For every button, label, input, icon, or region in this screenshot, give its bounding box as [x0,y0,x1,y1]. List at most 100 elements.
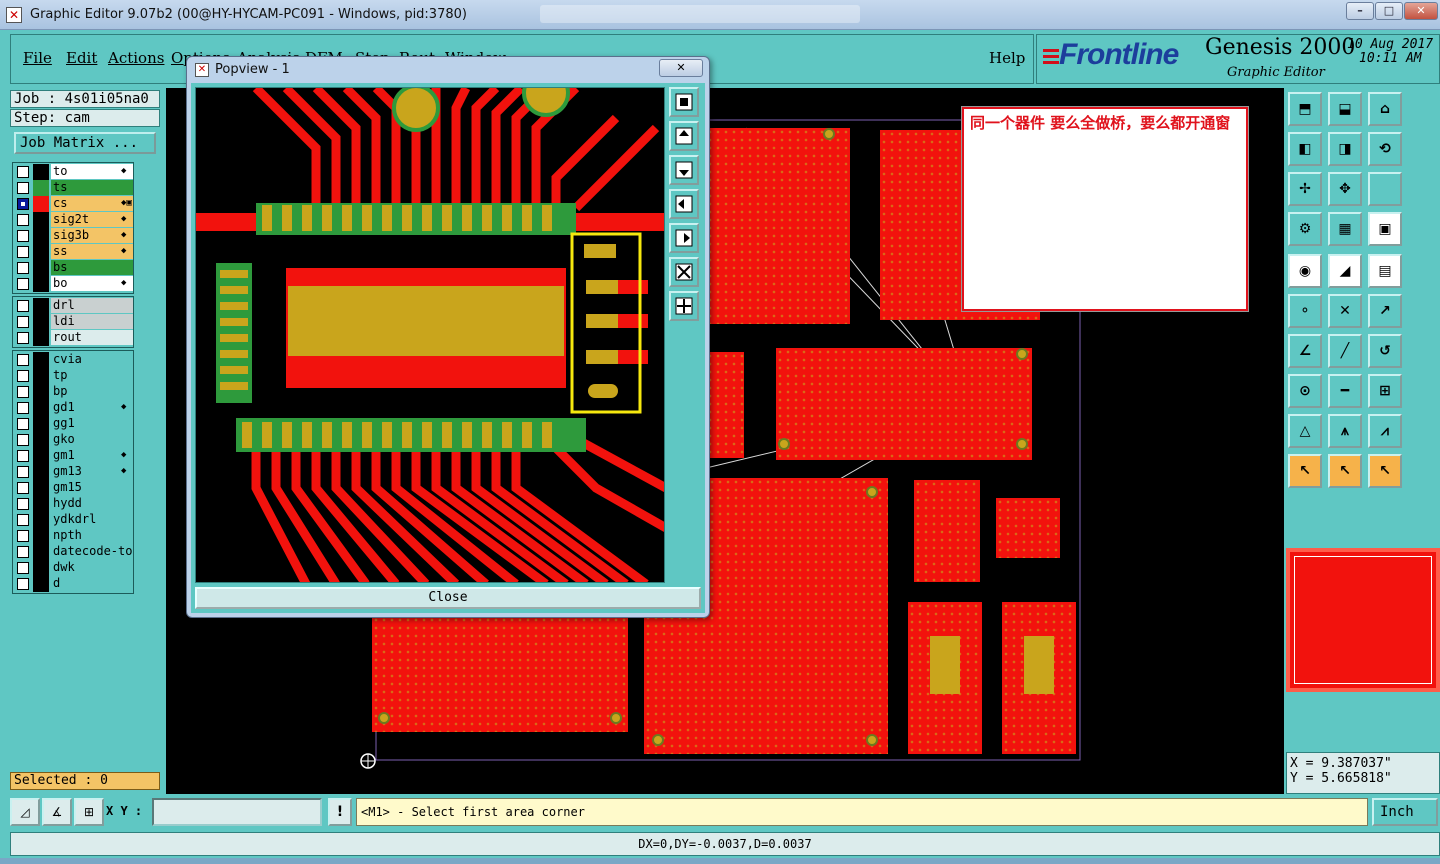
layer-name[interactable]: gg1 [51,416,133,431]
layer-row-bp[interactable]: bp [15,384,133,400]
layer-color-swatch[interactable] [33,368,49,384]
layer-name[interactable]: cvia [51,352,133,367]
layer-name[interactable]: bp [51,384,133,399]
layer-checkbox[interactable] [17,434,29,446]
layer-color-swatch[interactable] [33,228,49,244]
layer-row-bs[interactable]: bs [15,260,133,276]
layer-checkbox[interactable] [17,546,29,558]
layer-row-gm1[interactable]: gm1 ◆ [15,448,133,464]
layer-color-swatch[interactable] [33,464,49,480]
pan-left-icon[interactable] [669,189,699,219]
select-icon[interactable]: ↖ [1328,454,1362,488]
layer-name[interactable]: rout [51,330,133,345]
layer-row-cs[interactable]: cs ◆▣ [15,196,133,212]
layer-checkbox[interactable] [17,530,29,542]
snap-grid-icon[interactable]: ◿ [10,798,40,826]
overview-preview[interactable] [1286,548,1440,692]
layer-row-ss[interactable]: ss ◆ [15,244,133,260]
minimize-button[interactable]: – [1346,2,1374,20]
layer-name[interactable]: ldi [51,314,133,329]
layer-color-swatch[interactable] [33,244,49,260]
layer-name[interactable]: drl [51,298,133,313]
layer-row-sig2t[interactable]: sig2t ◆ [15,212,133,228]
layer-color-swatch[interactable] [33,496,49,512]
layer-row-to[interactable]: to ◆ [15,164,133,180]
job-matrix-button[interactable]: Job Matrix ... [14,132,156,154]
menu-file[interactable]: File [23,49,52,67]
line-icon[interactable]: ◢ [1328,254,1362,288]
pan-right-icon[interactable] [669,223,699,253]
pan-down-icon[interactable] [669,155,699,185]
layer-checkbox[interactable] [17,246,29,258]
snap-angle-icon[interactable]: ∡ [42,798,72,826]
layer-checkbox[interactable] [17,514,29,526]
layer-row-hydd[interactable]: hydd [15,496,133,512]
layer-color-swatch[interactable] [33,298,49,314]
layer-row-rout[interactable]: rout [15,330,133,346]
layer-color-swatch[interactable] [33,512,49,528]
layer-color-swatch[interactable] [33,164,49,180]
layer-name[interactable]: gm15 [51,480,133,495]
layer-name[interactable]: tp [51,368,133,383]
layer-color-swatch[interactable] [33,576,49,592]
layer-row-drl[interactable]: drl [15,298,133,314]
layer-checkbox[interactable] [17,418,29,430]
layer-checkbox[interactable] [17,498,29,510]
layer-name[interactable]: datecode-to [51,544,133,559]
layer-row-dwk[interactable]: dwk [15,560,133,576]
layer-checkbox[interactable] [17,466,29,478]
arch-icon[interactable]: ⩘ [1368,414,1402,448]
layer-row-datecode-to[interactable]: datecode-to [15,544,133,560]
layer-name[interactable]: d [51,576,133,591]
layer-color-swatch[interactable] [33,196,49,212]
layer-checkbox[interactable] [17,332,29,344]
layer-checkbox[interactable] [17,278,29,290]
layer-checkbox[interactable] [17,370,29,382]
angle-icon[interactable]: ∠ [1288,334,1322,368]
layer-row-ldi[interactable]: ldi [15,314,133,330]
layer-checkbox[interactable] [17,300,29,312]
layer-checkbox[interactable] [17,316,29,328]
zoom-home-icon[interactable] [669,291,699,321]
settings-icon[interactable]: ⚙ [1288,212,1322,246]
layer-name[interactable]: hydd [51,496,133,511]
layer-row-sig3b[interactable]: sig3b ◆ [15,228,133,244]
triangle-icon[interactable]: △ [1288,414,1322,448]
pan-right-icon[interactable]: ◨ [1328,132,1362,166]
layer-checkbox[interactable] [17,198,29,210]
popview-close-button[interactable]: Close [195,587,701,609]
zoom-window-icon[interactable] [669,87,699,117]
layer-row-tp[interactable]: tp [15,368,133,384]
layer-row-gm15[interactable]: gm15 [15,480,133,496]
popview-close-x-button[interactable]: ✕ [659,59,703,77]
layer-row-ydkdrl[interactable]: ydkdrl [15,512,133,528]
home-view-icon[interactable]: ⌂ [1368,92,1402,126]
layer-row-gm13[interactable]: gm13 ◆ [15,464,133,480]
exclamation-button[interactable]: ! [328,798,352,826]
layer-row-gg1[interactable]: gg1 [15,416,133,432]
snap-icon[interactable]: ⊞ [1368,374,1402,408]
layer-color-swatch[interactable] [33,212,49,228]
layer-row-cvia[interactable]: cvia [15,352,133,368]
menu-edit[interactable]: Edit [66,49,97,67]
layer-name[interactable]: bs [51,260,133,275]
layer-color-swatch[interactable] [33,330,49,346]
unit-selector[interactable]: Inch [1372,798,1438,826]
layer-color-swatch[interactable] [33,544,49,560]
layer-color-swatch[interactable] [33,400,49,416]
layer-color-swatch[interactable] [33,416,49,432]
layer-name[interactable]: dwk [51,560,133,575]
layer-color-swatch[interactable] [33,432,49,448]
fit-view-icon[interactable]: ⬒ [1288,92,1322,126]
triangle-icon[interactable]: ⩚ [1328,414,1362,448]
zoom-in-icon[interactable]: ✢ [1288,172,1322,206]
layer-checkbox[interactable] [17,482,29,494]
layer-color-swatch[interactable] [33,560,49,576]
layer-checkbox[interactable] [17,402,29,414]
layer-checkbox[interactable] [17,166,29,178]
layer-name[interactable]: ts [51,180,133,195]
layer-row-gd1[interactable]: gd1 ◆ [15,400,133,416]
target-icon[interactable]: ⊙ [1288,374,1322,408]
layer-checkbox[interactable] [17,386,29,398]
layer-color-swatch[interactable] [33,480,49,496]
